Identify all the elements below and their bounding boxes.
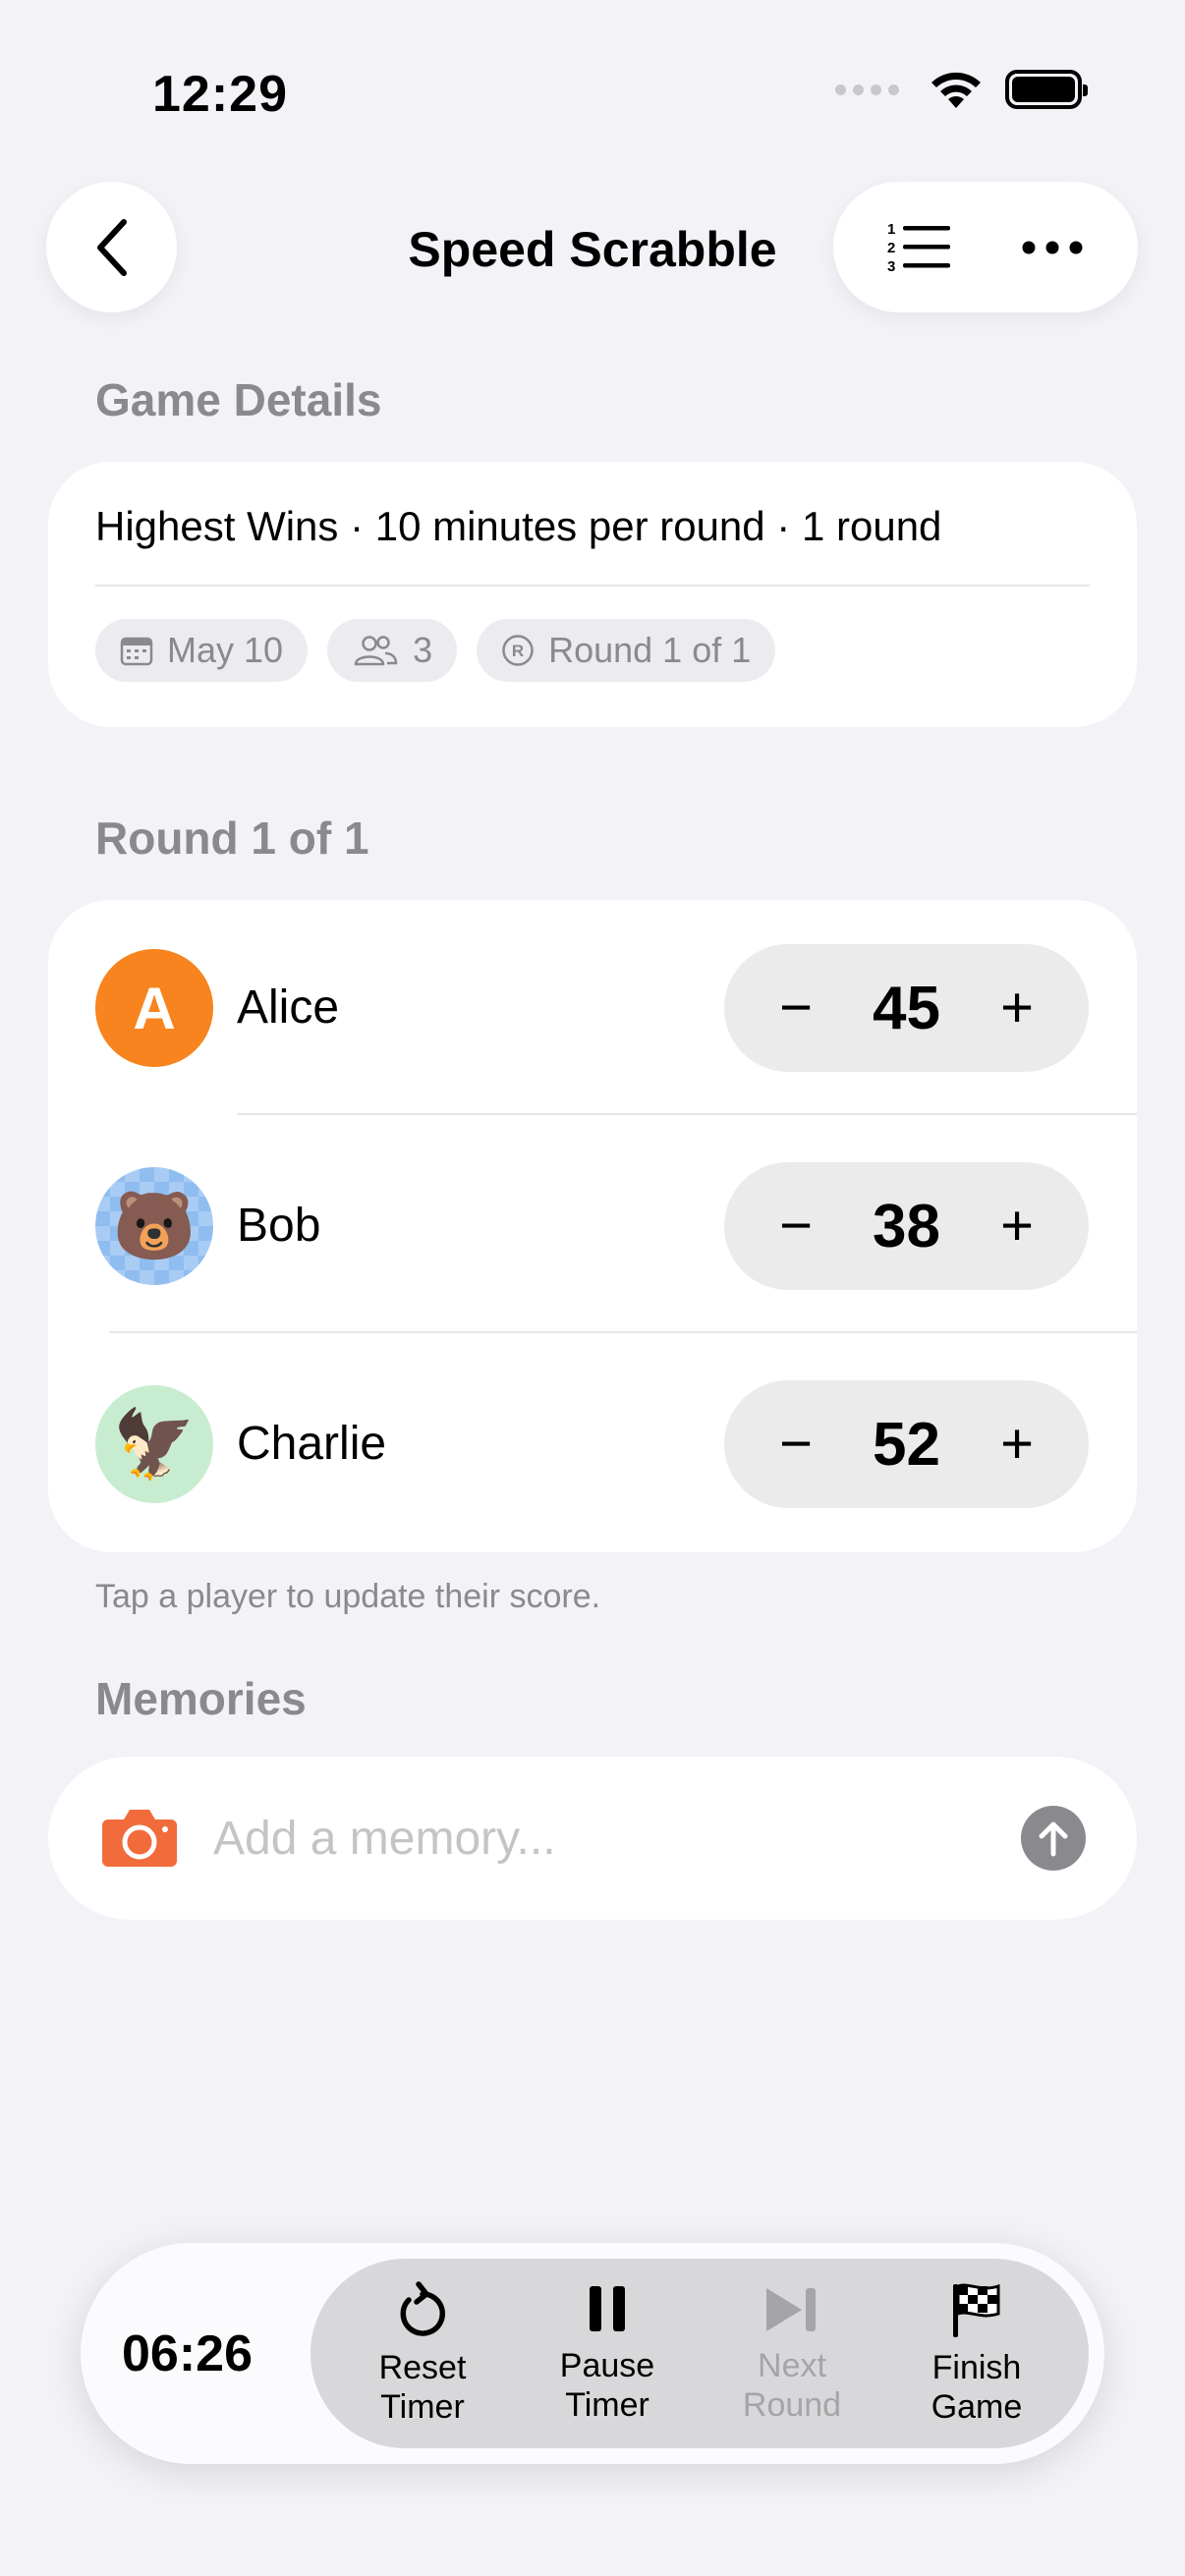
score-stepper: − 52 + — [724, 1380, 1089, 1508]
game-summary: Highest Wins · 10 minutes per round · 1 … — [95, 503, 942, 549]
status-time: 12:29 — [152, 66, 288, 123]
send-button[interactable] — [1021, 1806, 1086, 1871]
player-name: Alice — [237, 981, 340, 1034]
arrow-up-icon — [1039, 1821, 1068, 1857]
nav-actions: 1 2 3 — [833, 182, 1138, 312]
player-row-charlie[interactable]: 🦅 Charlie − 52 + — [48, 1336, 1137, 1554]
divider — [95, 585, 1090, 587]
detail-chips: May 10 3 R Round 1 of 1 — [95, 619, 776, 682]
increment-button[interactable]: + — [992, 1198, 1042, 1255]
status-bar: 12:29 — [0, 0, 1185, 187]
status-icons — [835, 69, 1088, 110]
round-header: Round 1 of 1 — [95, 812, 369, 864]
game-details-card: Highest Wins · 10 minutes per round · 1 … — [48, 462, 1137, 727]
date-chip: May 10 — [95, 619, 309, 682]
decrement-button[interactable]: − — [771, 1198, 820, 1255]
action-label: Reset Timer — [378, 2349, 467, 2426]
score-stepper: − 45 + — [724, 944, 1089, 1072]
player-name: Charlie — [237, 1418, 387, 1470]
bear-avatar-icon: 🐻 — [95, 1167, 213, 1285]
svg-text:R: R — [512, 642, 524, 660]
numbered-list-button[interactable]: 1 2 3 — [875, 203, 964, 292]
players-count: 3 — [413, 630, 433, 670]
score-hint: Tap a player to update their score. — [95, 1578, 601, 1615]
player-row-bob[interactable]: 🐻 Bob − 38 + — [48, 1118, 1137, 1336]
score-value: 38 — [873, 1192, 940, 1260]
player-name: Bob — [237, 1200, 321, 1252]
svg-text:3: 3 — [887, 258, 895, 275]
nav-bar: Speed Scrabble 1 2 3 — [0, 182, 1185, 314]
eagle-avatar-icon: 🦅 — [95, 1385, 213, 1503]
date-label: May 10 — [167, 630, 284, 670]
decrement-button[interactable]: − — [771, 1416, 820, 1473]
player-row-alice[interactable]: A Alice − 45 + — [48, 900, 1137, 1118]
avatar: A — [95, 949, 213, 1067]
numbered-list-icon: 1 2 3 — [887, 221, 950, 275]
timer-toolbar: 06:26 Reset Timer Pause Timer Next Round — [81, 2243, 1104, 2464]
more-button[interactable] — [1008, 203, 1097, 292]
svg-text:2: 2 — [887, 240, 895, 256]
wifi-icon — [931, 72, 981, 108]
round-card: A Alice − 45 + 🐻 Bob − 38 + 🦅 Charlie − … — [48, 900, 1137, 1552]
reset-icon — [400, 2281, 445, 2337]
round-label: Round 1 of 1 — [548, 630, 752, 670]
increment-button[interactable]: + — [992, 980, 1042, 1036]
timer-display: 06:26 — [122, 2324, 253, 2382]
pause-timer-button[interactable]: Pause Timer — [519, 2282, 696, 2424]
checkered-flag-icon — [953, 2284, 1000, 2338]
score-value: 52 — [873, 1410, 940, 1479]
divider — [237, 1113, 1137, 1115]
ellipsis-icon — [1022, 241, 1082, 253]
decrement-button[interactable]: − — [771, 980, 820, 1036]
action-label: Next Round — [742, 2347, 842, 2424]
timer-actions: Reset Timer Pause Timer Next Round Finis… — [310, 2259, 1089, 2448]
action-label: Pause Timer — [559, 2347, 655, 2424]
round-chip: R Round 1 of 1 — [477, 619, 776, 682]
memory-input[interactable] — [213, 1794, 1019, 1882]
finish-game-button[interactable]: Finish Game — [888, 2280, 1065, 2426]
people-icon — [354, 636, 398, 666]
action-label: Finish Game — [931, 2349, 1023, 2426]
svg-text:1: 1 — [887, 221, 895, 238]
reset-timer-button[interactable]: Reset Timer — [334, 2280, 511, 2426]
skip-forward-icon — [766, 2288, 816, 2332]
camera-button[interactable] — [100, 1806, 179, 1874]
signal-dots-icon — [835, 84, 899, 95]
memory-composer — [48, 1757, 1137, 1920]
players-chip: 3 — [327, 619, 458, 682]
pause-icon — [590, 2286, 625, 2332]
calendar-icon — [120, 637, 153, 666]
game-details-header: Game Details — [95, 374, 382, 425]
next-round-button[interactable]: Next Round — [704, 2282, 880, 2424]
memories-header: Memories — [95, 1673, 307, 1724]
battery-icon — [1005, 70, 1088, 109]
increment-button[interactable]: + — [992, 1416, 1042, 1473]
round-r-icon: R — [502, 635, 534, 666]
score-value: 45 — [873, 974, 940, 1042]
score-stepper: − 38 + — [724, 1162, 1089, 1290]
divider — [109, 1331, 1137, 1333]
camera-icon — [102, 1810, 177, 1867]
